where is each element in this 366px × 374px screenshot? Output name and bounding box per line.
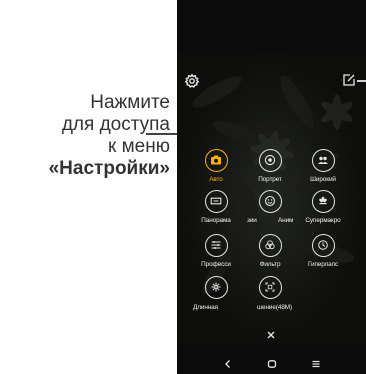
mode-portrait[interactable]: Портрет <box>247 149 293 183</box>
mode-high-res-label: шение(48М) <box>257 304 293 311</box>
mode-long-exposure[interactable]: Длинная <box>193 276 239 311</box>
mode-portrait-ring <box>258 149 282 172</box>
mode-supermacro-ring <box>311 190 335 213</box>
smile-icon <box>264 195 275 207</box>
mode-pro[interactable]: Професси <box>193 234 239 268</box>
mode-smile[interactable]: зии Аним <box>247 190 293 224</box>
mode-long-exposure-ring <box>204 276 228 299</box>
system-navbar <box>177 354 366 374</box>
mode-hyperlapse-ring <box>311 234 335 257</box>
back-icon[interactable] <box>221 357 235 371</box>
mode-anim-label: Аним <box>278 217 294 224</box>
home-icon[interactable] <box>265 357 279 371</box>
callout-line-2: для доступа <box>61 114 170 135</box>
callout-line-4: «Настройки» <box>48 158 170 179</box>
mode-panorama[interactable]: Панорама <box>193 190 239 224</box>
edit-icon[interactable] <box>341 72 357 88</box>
mode-wide-label: Широкий <box>310 176 336 183</box>
callout-line-1: Нажмите <box>90 92 170 113</box>
mode-high-res-ring <box>258 276 282 299</box>
portrait-icon <box>264 154 275 166</box>
phone-screen: Авто Портрет Широкий Панорама зии Аним С… <box>177 0 366 374</box>
settings-callout: Нажмите для доступа к меню «Настройки» <box>0 92 170 180</box>
mode-smile-label: зии <box>247 217 257 224</box>
macro-flower-icon <box>318 196 327 205</box>
filter-icon <box>264 240 275 250</box>
mode-auto[interactable]: Авто <box>193 149 239 183</box>
high-res-icon <box>265 282 274 292</box>
close-icon[interactable] <box>265 329 277 341</box>
mode-panorama-label: Панорама <box>201 217 231 224</box>
callout-line-3: к меню <box>108 136 170 157</box>
mode-smile-ring <box>258 190 282 213</box>
mode-supermacro-label: Супермакро <box>305 217 341 224</box>
edit-pointer-line <box>357 80 366 82</box>
long-exposure-icon <box>211 282 220 292</box>
hyperlapse-icon <box>317 240 328 250</box>
mode-hyperlapse-label: Гиперлапс <box>307 261 339 268</box>
mode-panorama-ring <box>204 190 228 213</box>
mode-wide[interactable]: Широкий <box>300 149 346 183</box>
mode-portrait-label: Портрет <box>258 176 282 183</box>
recents-icon[interactable] <box>309 357 323 371</box>
mode-auto-label: Авто <box>209 176 223 183</box>
panorama-icon <box>210 197 221 205</box>
mode-filter[interactable]: Фильтр <box>247 234 293 268</box>
camera-icon <box>210 155 221 165</box>
mode-pro-ring <box>204 234 228 257</box>
mode-filter-label: Фильтр <box>259 261 281 268</box>
mode-high-res[interactable]: шение(48М) <box>247 276 293 311</box>
mode-wide-ring <box>311 149 335 172</box>
mode-filter-ring <box>258 234 282 257</box>
mode-pro-label: Професси <box>201 261 231 268</box>
mode-long-exposure-label: Длинная <box>193 304 218 311</box>
mode-auto-ring <box>204 149 228 172</box>
mode-supermacro[interactable]: Супермакро <box>300 190 346 224</box>
callout-pointer-line <box>146 133 179 135</box>
pro-sliders-icon <box>211 241 220 249</box>
top-bar <box>177 0 366 52</box>
gear-icon[interactable] <box>184 73 200 89</box>
wide-angle-icon <box>317 156 328 164</box>
mode-hyperlapse[interactable]: Гиперлапс <box>300 234 346 268</box>
